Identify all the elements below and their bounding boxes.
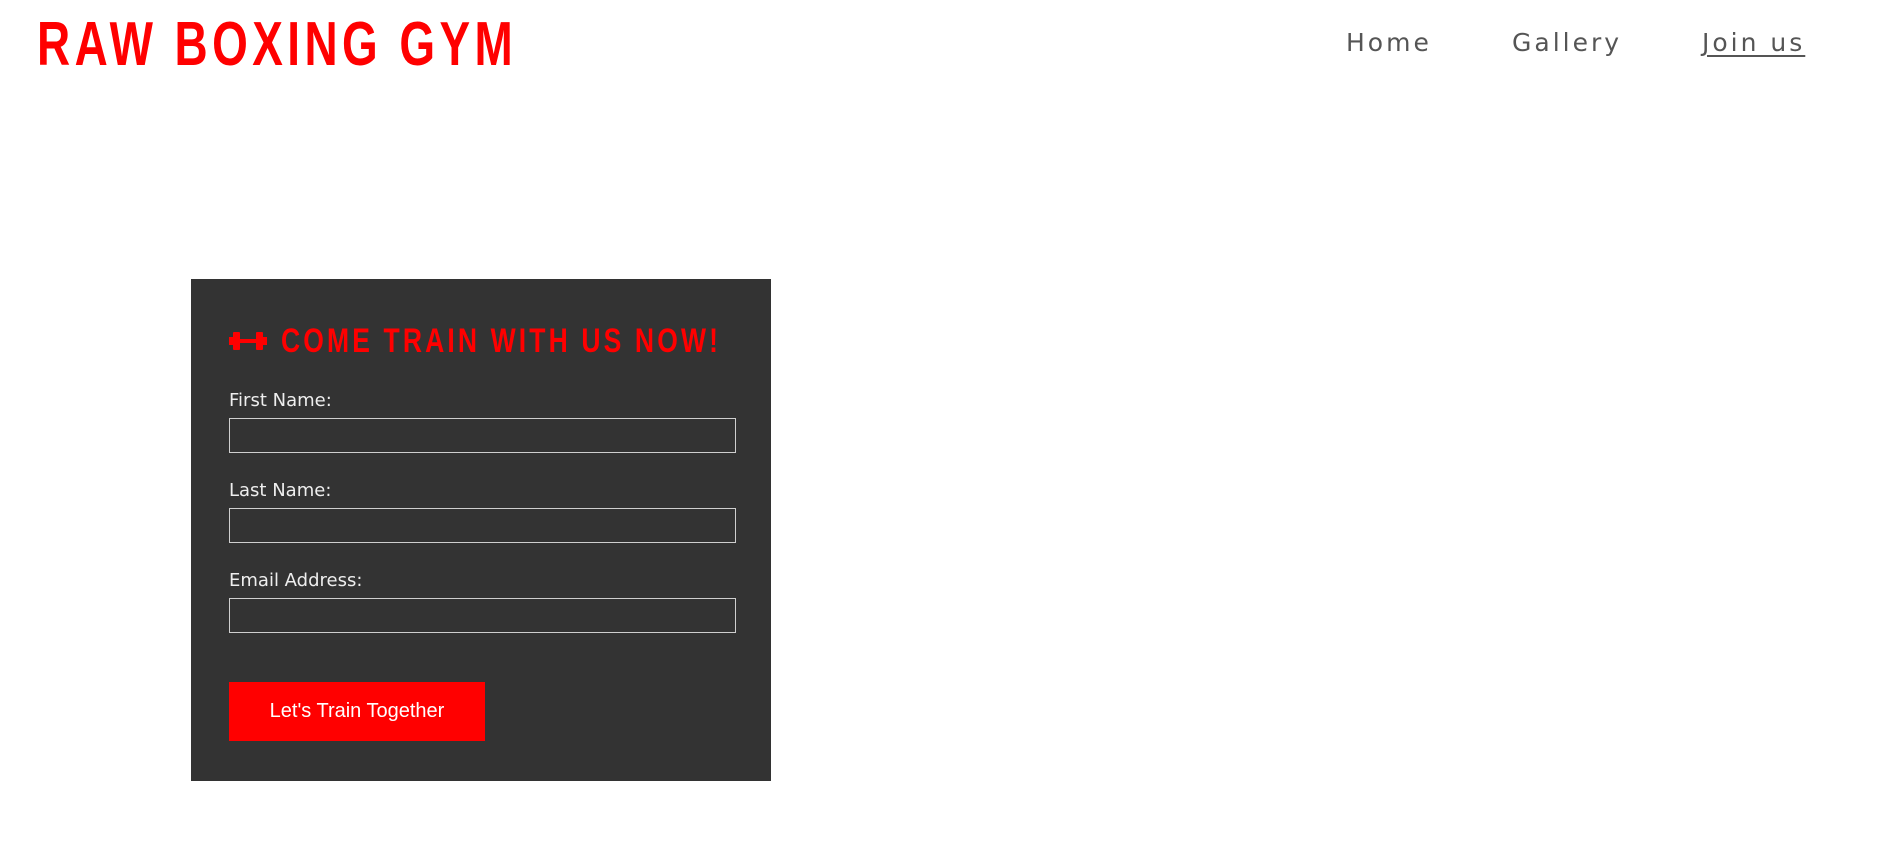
join-form-card: COME TRAIN WITH US NOW! First Name: Last…	[191, 279, 771, 781]
main-nav: Home Gallery Join us	[0, 24, 1897, 64]
nav-link-gallery[interactable]: Gallery	[1512, 24, 1622, 62]
form-heading: COME TRAIN WITH US NOW!	[229, 319, 845, 363]
email-input[interactable]	[229, 598, 736, 633]
submit-button[interactable]: Let's Train Together	[229, 682, 485, 741]
dumbbell-icon	[229, 332, 267, 350]
first-name-input[interactable]	[229, 418, 736, 453]
last-name-input[interactable]	[229, 508, 736, 543]
last-name-label: Last Name:	[229, 480, 332, 501]
form-title: COME TRAIN WITH US NOW!	[281, 322, 722, 360]
email-label: Email Address:	[229, 570, 363, 591]
nav-link-home[interactable]: Home	[1346, 24, 1432, 62]
first-name-label: First Name:	[229, 390, 332, 411]
nav-link-join-us[interactable]: Join us	[1702, 24, 1805, 62]
